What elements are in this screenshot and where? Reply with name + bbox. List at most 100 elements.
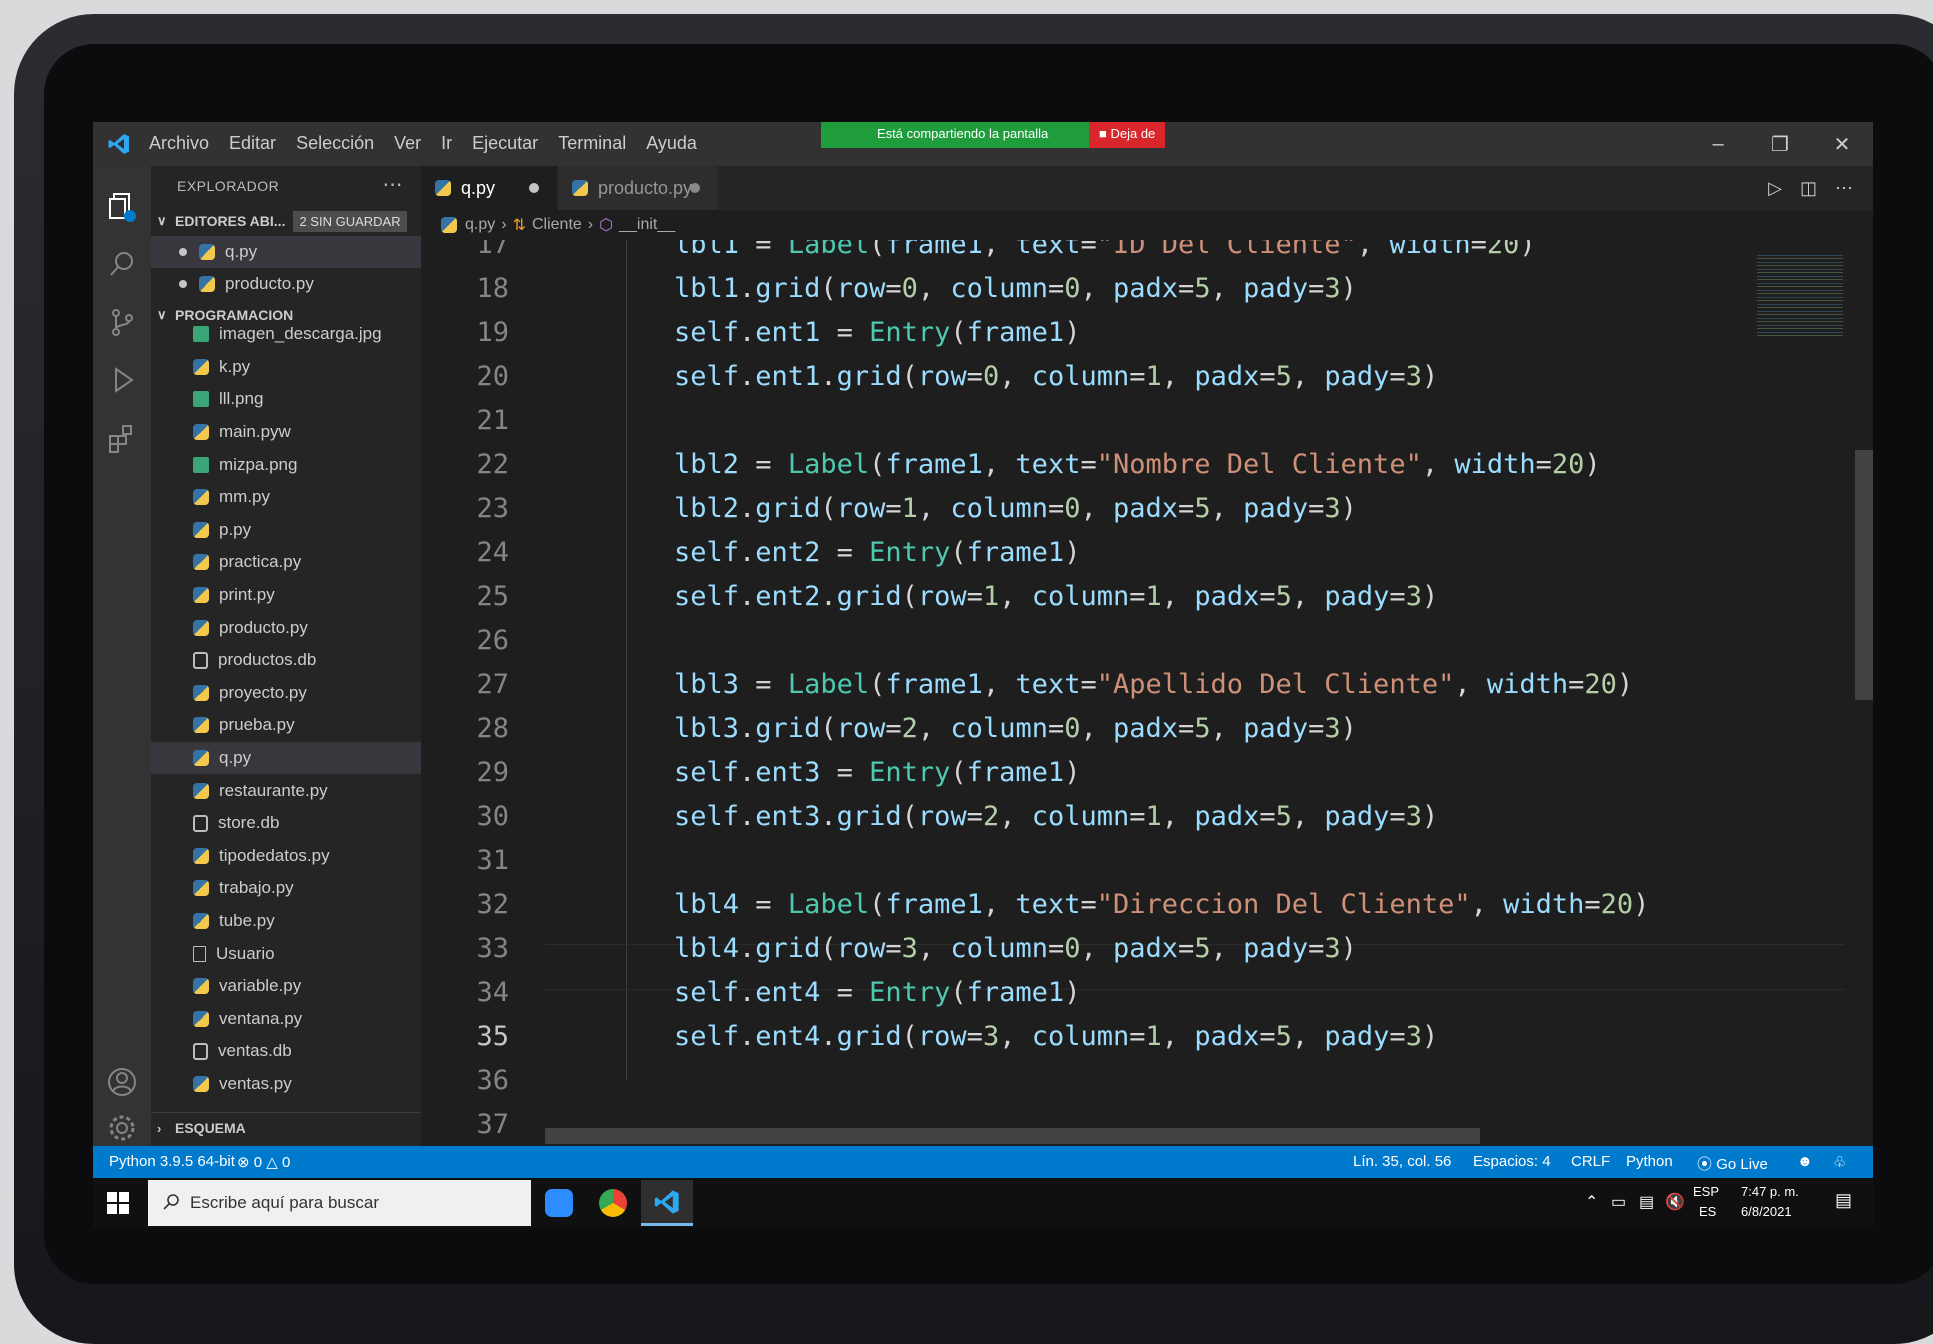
- file-tree-item[interactable]: k.py: [151, 351, 421, 384]
- minimize-icon[interactable]: –: [1687, 122, 1749, 166]
- unsaved-dot-icon[interactable]: [529, 183, 539, 193]
- volume-muted-icon[interactable]: 🔇: [1665, 1192, 1685, 1212]
- file-tree-item[interactable]: store.db: [151, 807, 421, 840]
- file-tree-item[interactable]: main.pyw: [151, 416, 421, 449]
- chevron-up-icon[interactable]: ⌃: [1585, 1192, 1598, 1212]
- problems-indicator[interactable]: ⊗ 0 △ 0: [237, 1153, 290, 1171]
- code-line[interactable]: 18 lbl1.grid(row=0, column=0, padx=5, pad…: [421, 267, 1821, 311]
- menu-ayuda[interactable]: Ayuda: [646, 133, 697, 154]
- code-line[interactable]: 33 lbl4.grid(row=3, column=0, padx=5, pad…: [421, 927, 1821, 971]
- code-line[interactable]: 31: [421, 839, 1821, 883]
- menu-terminal[interactable]: Terminal: [558, 133, 626, 154]
- minimap[interactable]: [1757, 252, 1843, 338]
- code-line[interactable]: 32 lbl4 = Label(frame1, text="Direccion D…: [421, 883, 1821, 927]
- file-tree-item[interactable]: tipodedatos.py: [151, 840, 421, 873]
- source-control-icon[interactable]: [106, 306, 138, 338]
- more-actions-icon[interactable]: ⋯: [1835, 178, 1853, 199]
- network-icon[interactable]: ▤: [1639, 1192, 1654, 1212]
- search-icon[interactable]: [106, 248, 138, 280]
- file-tree-item[interactable]: producto.py: [151, 611, 421, 644]
- language-mode[interactable]: Python: [1626, 1153, 1673, 1170]
- cursor-position[interactable]: Lín. 35, col. 56: [1353, 1153, 1451, 1170]
- code-line[interactable]: 36: [421, 1059, 1821, 1103]
- open-editor-item[interactable]: producto.py: [151, 268, 421, 300]
- run-icon[interactable]: ▷: [1768, 178, 1782, 199]
- chrome-app-icon[interactable]: [587, 1180, 639, 1226]
- outline-section[interactable]: › ESQUEMA: [151, 1112, 421, 1143]
- tab-q-py[interactable]: q.py: [421, 166, 557, 210]
- file-tree-item[interactable]: ventana.py: [151, 1002, 421, 1035]
- code-line[interactable]: 25 self.ent2.grid(row=1, column=1, padx=5…: [421, 575, 1821, 619]
- run-debug-icon[interactable]: [106, 364, 138, 396]
- file-tree-item[interactable]: prueba.py: [151, 709, 421, 742]
- menu-archivo[interactable]: Archivo: [149, 133, 209, 154]
- line-ending[interactable]: CRLF: [1571, 1153, 1610, 1170]
- account-icon[interactable]: [106, 1066, 138, 1098]
- file-tree-item[interactable]: q.py: [151, 741, 421, 775]
- close-icon[interactable]: ✕: [1811, 122, 1873, 166]
- code-line[interactable]: 27 lbl3 = Label(frame1, text="Apellido De…: [421, 663, 1821, 707]
- file-tree-item[interactable]: restaurante.py: [151, 774, 421, 807]
- code-line[interactable]: 21: [421, 399, 1821, 443]
- go-live-button[interactable]: ⦿ Go Live: [1697, 1153, 1768, 1174]
- file-tree-item[interactable]: mizpa.png: [151, 448, 421, 481]
- code-line[interactable]: 23 lbl2.grid(row=1, column=0, padx=5, pad…: [421, 487, 1821, 531]
- stop-sharing-button[interactable]: ■ Deja de: [1089, 122, 1166, 148]
- extensions-icon[interactable]: [106, 422, 138, 454]
- explorer-icon[interactable]: [106, 190, 138, 222]
- indentation[interactable]: Espacios: 4: [1473, 1153, 1551, 1170]
- code-line[interactable]: 20 self.ent1.grid(row=0, column=1, padx=5…: [421, 355, 1821, 399]
- zoom-app-icon[interactable]: [533, 1180, 585, 1226]
- notification-center-icon[interactable]: ▤: [1835, 1190, 1852, 1211]
- code-line[interactable]: 19 self.ent1 = Entry(frame1): [421, 311, 1821, 355]
- feedback-icon[interactable]: ☻: [1797, 1153, 1813, 1170]
- code-line[interactable]: 24 self.ent2 = Entry(frame1): [421, 531, 1821, 575]
- code-line[interactable]: 30 self.ent3.grid(row=2, column=1, padx=5…: [421, 795, 1821, 839]
- breadcrumb-file[interactable]: q.py: [465, 216, 495, 234]
- file-tree-item[interactable]: mm.py: [151, 481, 421, 514]
- vscode-app-icon[interactable]: [641, 1180, 693, 1226]
- language-primary[interactable]: ESP: [1693, 1184, 1719, 1199]
- open-editors-section[interactable]: ∨ EDITORES ABI... 2 SIN GUARDAR: [151, 206, 421, 236]
- code-line[interactable]: 34 self.ent4 = Entry(frame1): [421, 971, 1821, 1015]
- file-tree-item[interactable]: trabajo.py: [151, 872, 421, 905]
- code-line[interactable]: 28 lbl3.grid(row=2, column=0, padx=5, pad…: [421, 707, 1821, 751]
- split-editor-icon[interactable]: ◫: [1800, 178, 1817, 199]
- python-interpreter[interactable]: Python 3.9.5 64-bit: [109, 1153, 235, 1170]
- unsaved-dot-icon[interactable]: [690, 183, 700, 193]
- restore-icon[interactable]: ❐: [1749, 122, 1811, 166]
- file-tree-item[interactable]: practica.py: [151, 546, 421, 579]
- tab-producto-py[interactable]: producto.py: [558, 166, 718, 210]
- taskbar-search-box[interactable]: Escribe aquí para buscar: [148, 1180, 531, 1226]
- open-editor-item[interactable]: q.py: [151, 236, 421, 268]
- menu-ver[interactable]: Ver: [394, 133, 421, 154]
- file-tree-item[interactable]: ventas.db: [151, 1035, 421, 1068]
- vertical-scrollbar[interactable]: [1855, 450, 1873, 700]
- clock-time[interactable]: 7:47 p. m.: [1741, 1184, 1799, 1199]
- battery-icon[interactable]: ▭: [1611, 1192, 1626, 1212]
- file-tree-item[interactable]: variable.py: [151, 970, 421, 1003]
- file-tree-item[interactable]: ventas.py: [151, 1068, 421, 1101]
- breadcrumb-class[interactable]: Cliente: [532, 216, 582, 234]
- code-line[interactable]: 17 lbl1 = Label(frame1, text="ID Del Clie…: [421, 240, 1821, 267]
- settings-gear-icon[interactable]: [106, 1112, 138, 1144]
- file-tree-item[interactable]: p.py: [151, 514, 421, 547]
- menu-ejecutar[interactable]: Ejecutar: [472, 133, 538, 154]
- horizontal-scrollbar[interactable]: [545, 1128, 1480, 1144]
- file-tree-item[interactable]: print.py: [151, 579, 421, 612]
- menu-ir[interactable]: Ir: [441, 133, 452, 154]
- menu-editar[interactable]: Editar: [229, 133, 276, 154]
- code-line[interactable]: 35 self.ent4.grid(row=3, column=1, padx=5…: [421, 1015, 1821, 1059]
- notifications-bell-icon[interactable]: ♧: [1833, 1153, 1846, 1171]
- breadcrumb-method[interactable]: __init__: [619, 216, 675, 234]
- file-tree-item[interactable]: proyecto.py: [151, 677, 421, 710]
- language-secondary[interactable]: ES: [1699, 1204, 1716, 1219]
- clock-date[interactable]: 6/8/2021: [1741, 1204, 1792, 1219]
- file-tree-item[interactable]: tube.py: [151, 905, 421, 938]
- menu-seleccion[interactable]: Selección: [296, 133, 374, 154]
- file-tree-item[interactable]: Usuario: [151, 937, 421, 970]
- code-line[interactable]: 29 self.ent3 = Entry(frame1): [421, 751, 1821, 795]
- code-line[interactable]: 26: [421, 619, 1821, 663]
- more-actions-icon[interactable]: ⋯: [383, 172, 404, 197]
- windows-start-icon[interactable]: [107, 1192, 129, 1214]
